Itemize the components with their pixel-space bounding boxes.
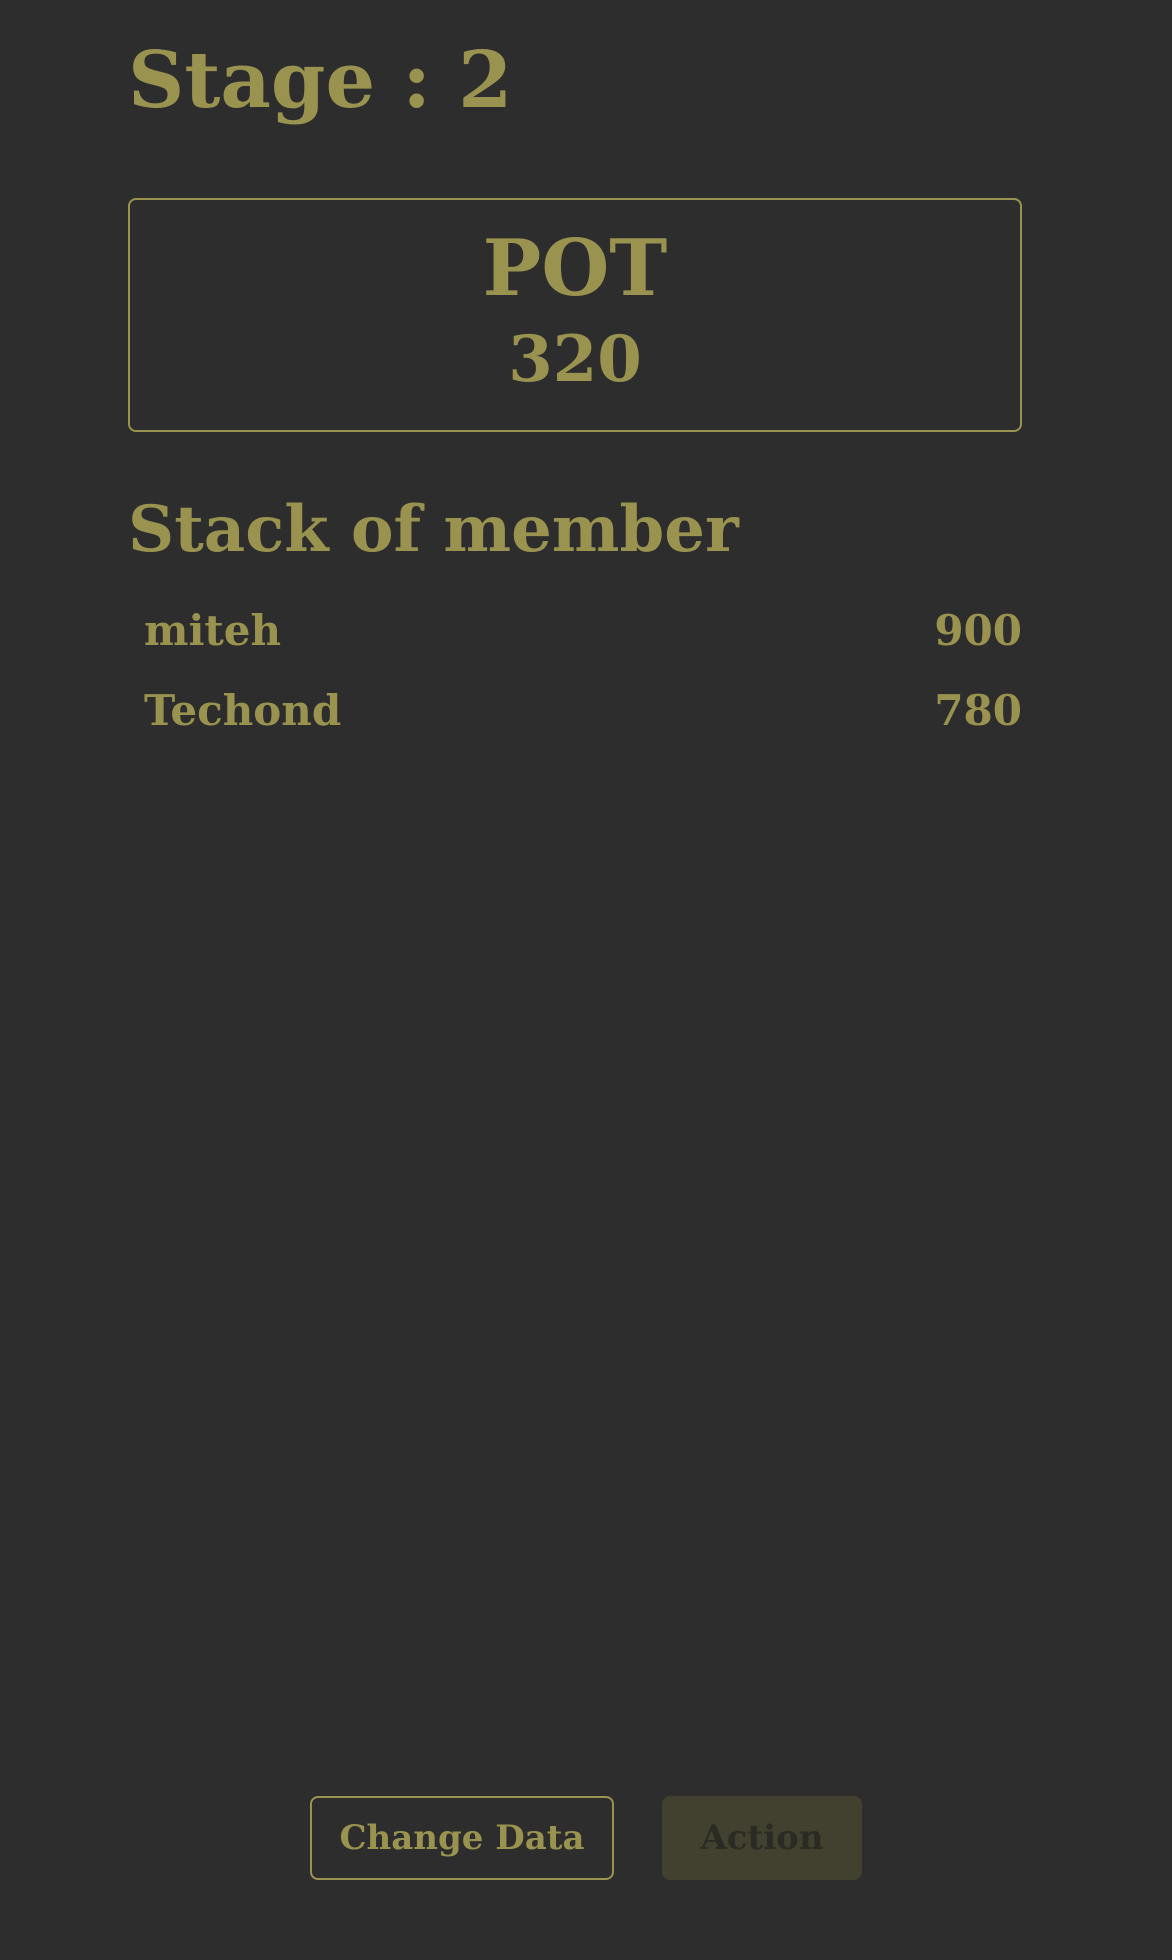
change-data-button[interactable]: Change Data [310, 1796, 614, 1880]
member-name: miteh [144, 605, 282, 655]
pot-panel: POT 320 [128, 198, 1022, 432]
member-stack-amount: 900 [934, 605, 1022, 655]
action-button[interactable]: Action [662, 1796, 862, 1880]
stage-title: Stage : 2 [128, 35, 513, 126]
member-list: miteh 900 Techond 780 [128, 590, 1022, 750]
pot-label: POT [482, 223, 668, 314]
member-row: Techond 780 [128, 670, 1022, 750]
member-row: miteh 900 [128, 590, 1022, 670]
pot-value: 320 [508, 322, 642, 397]
member-name: Techond [144, 685, 342, 735]
button-bar: Change Data Action [0, 1796, 1172, 1880]
member-stack-amount: 780 [934, 685, 1022, 735]
stack-section-title: Stack of member [128, 492, 739, 567]
